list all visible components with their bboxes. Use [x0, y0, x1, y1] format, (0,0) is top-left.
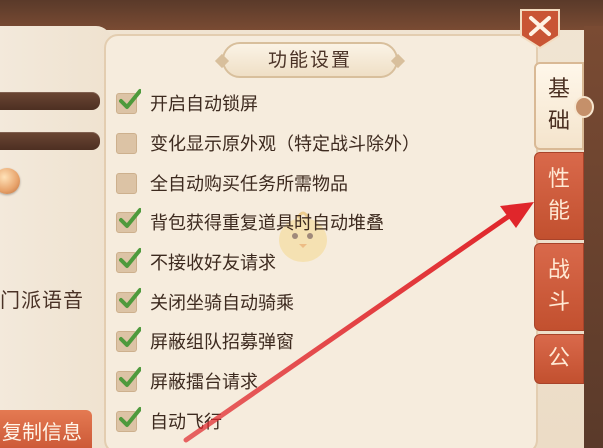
green-check-icon: [119, 247, 141, 268]
setting-option[interactable]: 自动飞行: [116, 406, 222, 434]
setting-checkbox[interactable]: [116, 366, 141, 392]
slider-knob[interactable]: [0, 168, 20, 194]
setting-option-label: 开启自动锁屏: [150, 94, 258, 115]
setting-checkbox[interactable]: [116, 247, 141, 273]
setting-checkbox[interactable]: [116, 172, 137, 194]
green-check-icon: [119, 326, 141, 347]
setting-option[interactable]: 关闭坐骑自动骑乘: [116, 287, 294, 315]
volume-slider-1[interactable]: [0, 92, 100, 110]
setting-option-label: 不接收好友请求: [150, 253, 276, 274]
green-check-icon: [119, 207, 141, 228]
tab-char: 础: [547, 109, 570, 134]
voice-label: 门派语音: [0, 288, 84, 312]
category-tab[interactable]: 公: [534, 334, 584, 384]
setting-checkbox[interactable]: [116, 207, 141, 233]
tab-char: 斗: [547, 290, 570, 315]
setting-option-label: 自动飞行: [150, 412, 222, 433]
setting-checkbox[interactable]: [116, 88, 141, 114]
tab-side-knob: [574, 96, 594, 118]
setting-option-label: 背包获得重复道具时自动堆叠: [150, 213, 384, 234]
green-check-icon: [119, 406, 141, 427]
tab-char: 战: [547, 258, 570, 283]
setting-checkbox[interactable]: [116, 287, 141, 313]
setting-option[interactable]: 全自动购买任务所需物品: [116, 170, 348, 196]
green-check-icon: [119, 88, 141, 109]
setting-checkbox[interactable]: [116, 132, 137, 154]
category-tab[interactable]: 性能: [534, 152, 584, 240]
volume-slider-2[interactable]: [0, 132, 100, 150]
setting-option-label: 变化显示原外观（特定战斗除外）: [150, 134, 420, 155]
tab-char: 公: [547, 346, 570, 371]
tab-char: 能: [547, 199, 570, 224]
setting-option[interactable]: 开启自动锁屏: [116, 88, 258, 116]
setting-option-label: 屏蔽擂台请求: [150, 372, 258, 393]
left-settings-panel: 门派语音: [0, 26, 112, 448]
setting-checkbox[interactable]: [116, 326, 141, 352]
setting-option-label: 关闭坐骑自动骑乘: [150, 293, 294, 314]
green-check-icon: [119, 287, 141, 308]
tab-char: 基: [547, 77, 570, 102]
setting-option-label: 屏蔽组队招募弹窗: [150, 332, 294, 353]
category-tab[interactable]: 战斗: [534, 243, 584, 331]
right-frame-strip: [584, 26, 603, 448]
close-icon[interactable]: [517, 6, 563, 50]
green-check-icon: [119, 366, 141, 387]
setting-option[interactable]: 不接收好友请求: [116, 247, 276, 275]
setting-checkbox[interactable]: [116, 406, 141, 432]
setting-option[interactable]: 变化显示原外观（特定战斗除外）: [116, 130, 420, 156]
setting-option[interactable]: 背包获得重复道具时自动堆叠: [116, 207, 384, 235]
tab-char: 性: [547, 167, 570, 192]
setting-option[interactable]: 屏蔽组队招募弹窗: [116, 326, 294, 354]
setting-option[interactable]: 屏蔽擂台请求: [116, 366, 258, 394]
copy-info-button[interactable]: 复制信息: [0, 410, 92, 448]
setting-option-label: 全自动购买任务所需物品: [150, 174, 348, 195]
panel-title: 功能设置: [222, 42, 398, 78]
game-settings-screen: 门派语音 复制信息 功能设置 开启自动锁屏变化显示原外观（特定战斗除外） 全自动购…: [0, 0, 603, 448]
